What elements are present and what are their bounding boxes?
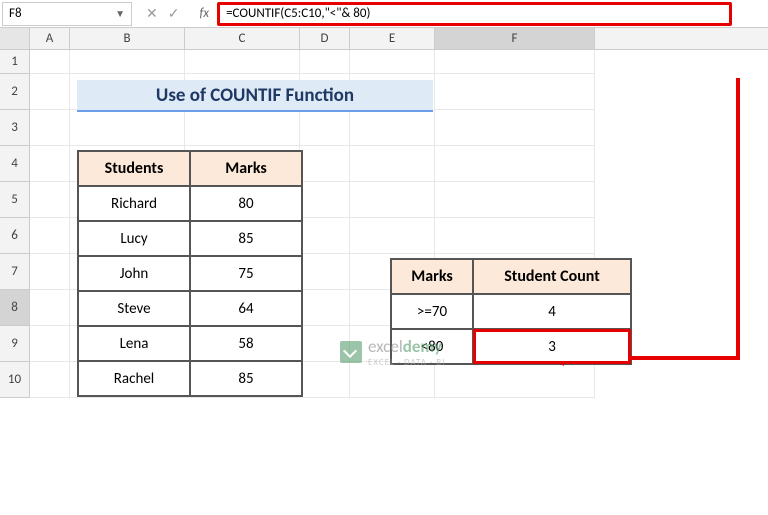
row-header-8[interactable]: 8 [0,290,30,326]
grid: 1 2 3 4 5 6 7 8 9 10 Use of COUNTIF Func… [0,50,768,398]
table-cell[interactable]: 75 [190,256,302,291]
row-header-1[interactable]: 1 [0,50,30,74]
cells-area[interactable]: Use of COUNTIF Function Students Marks R… [30,50,768,398]
name-box-value: F8 [9,6,115,21]
watermark-brand: exceldemy [368,336,445,357]
table-cell[interactable]: 58 [190,326,302,361]
row-header-7[interactable]: 7 [0,254,30,290]
col-header-B[interactable]: B [70,28,185,49]
logo-icon [340,341,362,363]
students-table: Students Marks Richard80 Lucy85 John75 S… [77,150,303,397]
formula-bar: F8 ▼ ✕ ✓ fx =COUNTIF(C5:C10,"<"& 80) [0,0,768,28]
col-header-A[interactable]: A [30,28,70,49]
table-cell[interactable]: 80 [190,186,302,221]
table-cell[interactable]: Richard [78,186,190,221]
row-header-9[interactable]: 9 [0,326,30,362]
col-header-E[interactable]: E [350,28,435,49]
row-header-3[interactable]: 3 [0,110,30,146]
table-cell[interactable]: Lena [78,326,190,361]
row-header-2[interactable]: 2 [0,74,30,110]
table-cell[interactable]: 85 [190,361,302,396]
table-cell[interactable]: 85 [190,221,302,256]
table-cell[interactable]: Lucy [78,221,190,256]
th-students: Students [78,151,190,186]
formula-input[interactable]: =COUNTIF(C5:C10,"<"& 80) [217,2,732,26]
cancel-icon[interactable]: ✕ [146,5,158,22]
col-header-F[interactable]: F [435,28,595,49]
fx-icon[interactable]: fx [191,6,217,21]
row-header-4[interactable]: 4 [0,146,30,182]
table-cell[interactable]: >=70 [391,294,473,329]
active-cell-F8[interactable]: 3 [473,329,631,364]
row-header-6[interactable]: 6 [0,218,30,254]
th-marks-range: Marks [391,259,473,294]
annotation-arrow [736,78,740,360]
column-headers: A B C D E F [0,28,768,50]
table-cell[interactable]: John [78,256,190,291]
formula-bar-icons: ✕ ✓ [134,5,191,22]
name-box[interactable]: F8 ▼ [2,2,132,26]
watermark: exceldemy EXCEL · DATA · BI [340,336,445,368]
row-headers: 1 2 3 4 5 6 7 8 9 10 [0,50,30,398]
row-header-10[interactable]: 10 [0,362,30,398]
watermark-sub: EXCEL · DATA · BI [368,357,445,368]
chevron-down-icon[interactable]: ▼ [115,7,125,20]
row-header-5[interactable]: 5 [0,182,30,218]
formula-text: =COUNTIF(C5:C10,"<"& 80) [226,6,370,21]
th-marks: Marks [190,151,302,186]
col-header-C[interactable]: C [185,28,300,49]
page-title: Use of COUNTIF Function [77,80,433,112]
th-student-count: Student Count [473,259,631,294]
confirm-icon[interactable]: ✓ [168,5,180,22]
table-cell[interactable]: 64 [190,291,302,326]
table-cell[interactable]: Steve [78,291,190,326]
select-all-corner[interactable] [0,28,30,49]
col-header-D[interactable]: D [300,28,350,49]
table-cell[interactable]: 4 [473,294,631,329]
table-cell[interactable]: Rachel [78,361,190,396]
